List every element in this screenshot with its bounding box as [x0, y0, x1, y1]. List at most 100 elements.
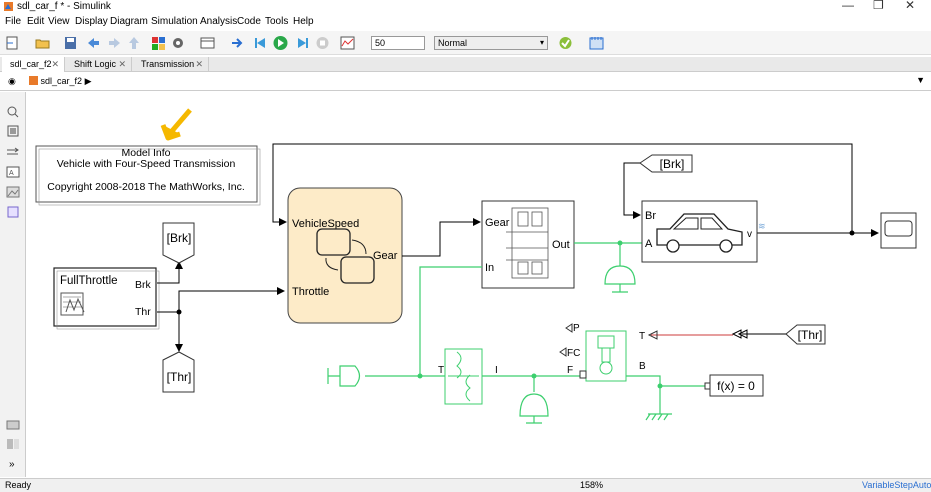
- from-brk-tag[interactable]: [Brk]: [639, 154, 693, 173]
- step-back-icon[interactable]: [252, 35, 269, 51]
- update-diagram-icon[interactable]: [230, 35, 247, 51]
- shift-logic-vehiclespeed-port: VehicleSpeed: [292, 218, 359, 230]
- menu-edit[interactable]: Edit: [27, 16, 44, 27]
- menu-analysis[interactable]: Analysis: [200, 16, 237, 27]
- menu-file[interactable]: File: [5, 16, 21, 27]
- fit-to-view-icon[interactable]: [6, 125, 20, 137]
- engine-fc-port: FC: [567, 348, 580, 359]
- transmission-gear-port: Gear: [485, 217, 510, 229]
- signal-editor-icon: [60, 292, 85, 316]
- close-icon[interactable]: ✕: [118, 57, 126, 72]
- vehicle-v-port: v: [747, 229, 752, 240]
- forward-arrow-icon[interactable]: [106, 35, 123, 51]
- restore-button[interactable]: ❐: [873, 0, 884, 12]
- signal-line-throttle[interactable]: [157, 287, 285, 313]
- minimize-button[interactable]: —: [842, 0, 854, 12]
- stop-time-input[interactable]: 50: [371, 36, 425, 50]
- menu-help[interactable]: Help: [293, 16, 314, 27]
- menu-view[interactable]: View: [48, 16, 70, 27]
- engine-port: [579, 370, 587, 379]
- signal-line-brk[interactable]: [157, 261, 183, 284]
- physical-line-trans-in[interactable]: [419, 266, 482, 376]
- full-throttle-block[interactable]: FullThrottle Brk Thr: [53, 267, 160, 330]
- torque-source-block[interactable]: [327, 365, 361, 387]
- engine-p-port: P: [573, 323, 580, 334]
- new-model-icon[interactable]: [4, 35, 21, 51]
- open-folder-icon[interactable]: [34, 35, 51, 51]
- menu-tools[interactable]: Tools: [265, 16, 288, 27]
- stop-icon[interactable]: [314, 35, 331, 51]
- signal-line-gear[interactable]: [402, 218, 481, 257]
- up-arrow-icon[interactable]: [126, 35, 143, 51]
- model-explorer-icon[interactable]: [199, 35, 216, 51]
- breadcrumb: ◉ sdl_car_f2 ▶ ▼: [0, 73, 931, 91]
- menu-simulation[interactable]: Simulation: [151, 16, 198, 27]
- close-icon[interactable]: ✕: [195, 57, 203, 72]
- transmission-block[interactable]: Gear In Out: [481, 200, 575, 289]
- menu-diagram[interactable]: Diagram: [110, 16, 148, 27]
- full-throttle-name: FullThrottle: [60, 275, 118, 287]
- simulink-app-icon: [4, 2, 13, 11]
- inertia-block-2[interactable]: [519, 393, 549, 424]
- back-arrow-icon[interactable]: [85, 35, 102, 51]
- menu-display[interactable]: Display: [75, 16, 108, 27]
- model-canvas[interactable]: Model Info Vehicle with Four-Speed Trans…: [27, 92, 931, 477]
- expand-icon[interactable]: »: [9, 459, 15, 470]
- library-browser-icon[interactable]: [150, 35, 167, 51]
- goto-brk-label: [Brk]: [167, 231, 192, 245]
- from-thr-label: [Thr]: [798, 328, 823, 342]
- menu-code[interactable]: Code: [237, 16, 261, 27]
- model-advisor-icon[interactable]: [557, 35, 574, 51]
- torque-converter-t-port: T: [438, 365, 444, 376]
- close-icon[interactable]: ✕: [51, 57, 59, 72]
- tab-transmission[interactable]: Transmission ✕: [133, 57, 209, 72]
- model-settings-icon[interactable]: [170, 35, 187, 51]
- from-thr-tag[interactable]: [Thr]: [785, 324, 826, 345]
- image-icon[interactable]: [6, 186, 20, 198]
- highlight-arrow: [160, 108, 192, 141]
- from-brk-label: [Brk]: [660, 157, 685, 171]
- simulation-mode-value: Normal: [438, 38, 468, 48]
- mechanical-reference-block[interactable]: [645, 404, 672, 421]
- status-ready: Ready: [5, 480, 32, 490]
- goto-thr-tag[interactable]: [Thr]: [162, 351, 195, 393]
- shift-logic-gear-port: Gear: [373, 250, 398, 262]
- model-info-block[interactable]: Model Info Vehicle with Four-Speed Trans…: [35, 145, 261, 206]
- connection-node: [531, 373, 537, 379]
- engine-b-port: B: [639, 361, 646, 372]
- annotation-icon[interactable]: A: [6, 166, 20, 178]
- model-browser-icon[interactable]: [6, 419, 20, 431]
- physical-line-engine-solver[interactable]: [626, 375, 707, 387]
- save-icon[interactable]: [62, 35, 79, 51]
- status-solver[interactable]: VariableStepAuto: [862, 480, 931, 490]
- solver-configuration-block[interactable]: f(x) = 0: [704, 374, 764, 397]
- close-button[interactable]: ✕: [905, 0, 915, 12]
- step-forward-icon[interactable]: [294, 35, 311, 51]
- chevron-down-icon[interactable]: ▼: [916, 75, 925, 85]
- scope-icon[interactable]: [339, 35, 356, 51]
- inertia-block[interactable]: [604, 265, 636, 293]
- model-info-copyright: Copyright 2008-2018 The MathWorks, Inc.: [47, 181, 244, 193]
- goto-brk-tag[interactable]: [Brk]: [162, 222, 195, 264]
- signal-line-brake-in[interactable]: [623, 162, 641, 219]
- engine-block[interactable]: P FC F T B: [559, 323, 646, 382]
- transmission-in-port: In: [485, 262, 494, 274]
- vehicle-block[interactable]: Br A v: [641, 200, 758, 263]
- engine-t-port: T: [639, 331, 645, 342]
- hide-browser-icon[interactable]: ◉: [8, 76, 16, 87]
- full-throttle-thr-port: Thr: [135, 306, 151, 318]
- tab-shift-logic[interactable]: Shift Logic ✕: [66, 57, 132, 72]
- window-title: sdl_car_f * - Simulink: [17, 1, 111, 12]
- area-icon[interactable]: [6, 206, 20, 218]
- zoom-icon[interactable]: [6, 106, 20, 118]
- block-diagram: Model Info Vehicle with Four-Speed Trans…: [35, 108, 917, 424]
- scope-block[interactable]: [880, 212, 917, 249]
- arrows-icon[interactable]: [6, 146, 20, 158]
- data-inspector-icon[interactable]: [588, 35, 605, 51]
- simulation-mode-select[interactable]: Normal ▾: [434, 36, 548, 50]
- breadcrumb-model[interactable]: sdl_car_f2 ▶: [29, 76, 91, 87]
- shift-logic-chart[interactable]: VehicleSpeed Throttle Gear: [287, 187, 403, 324]
- run-icon[interactable]: [272, 35, 289, 51]
- property-inspector-icon[interactable]: [6, 438, 20, 450]
- tab-sdl-car-f2[interactable]: sdl_car_f2 ✕: [2, 57, 65, 72]
